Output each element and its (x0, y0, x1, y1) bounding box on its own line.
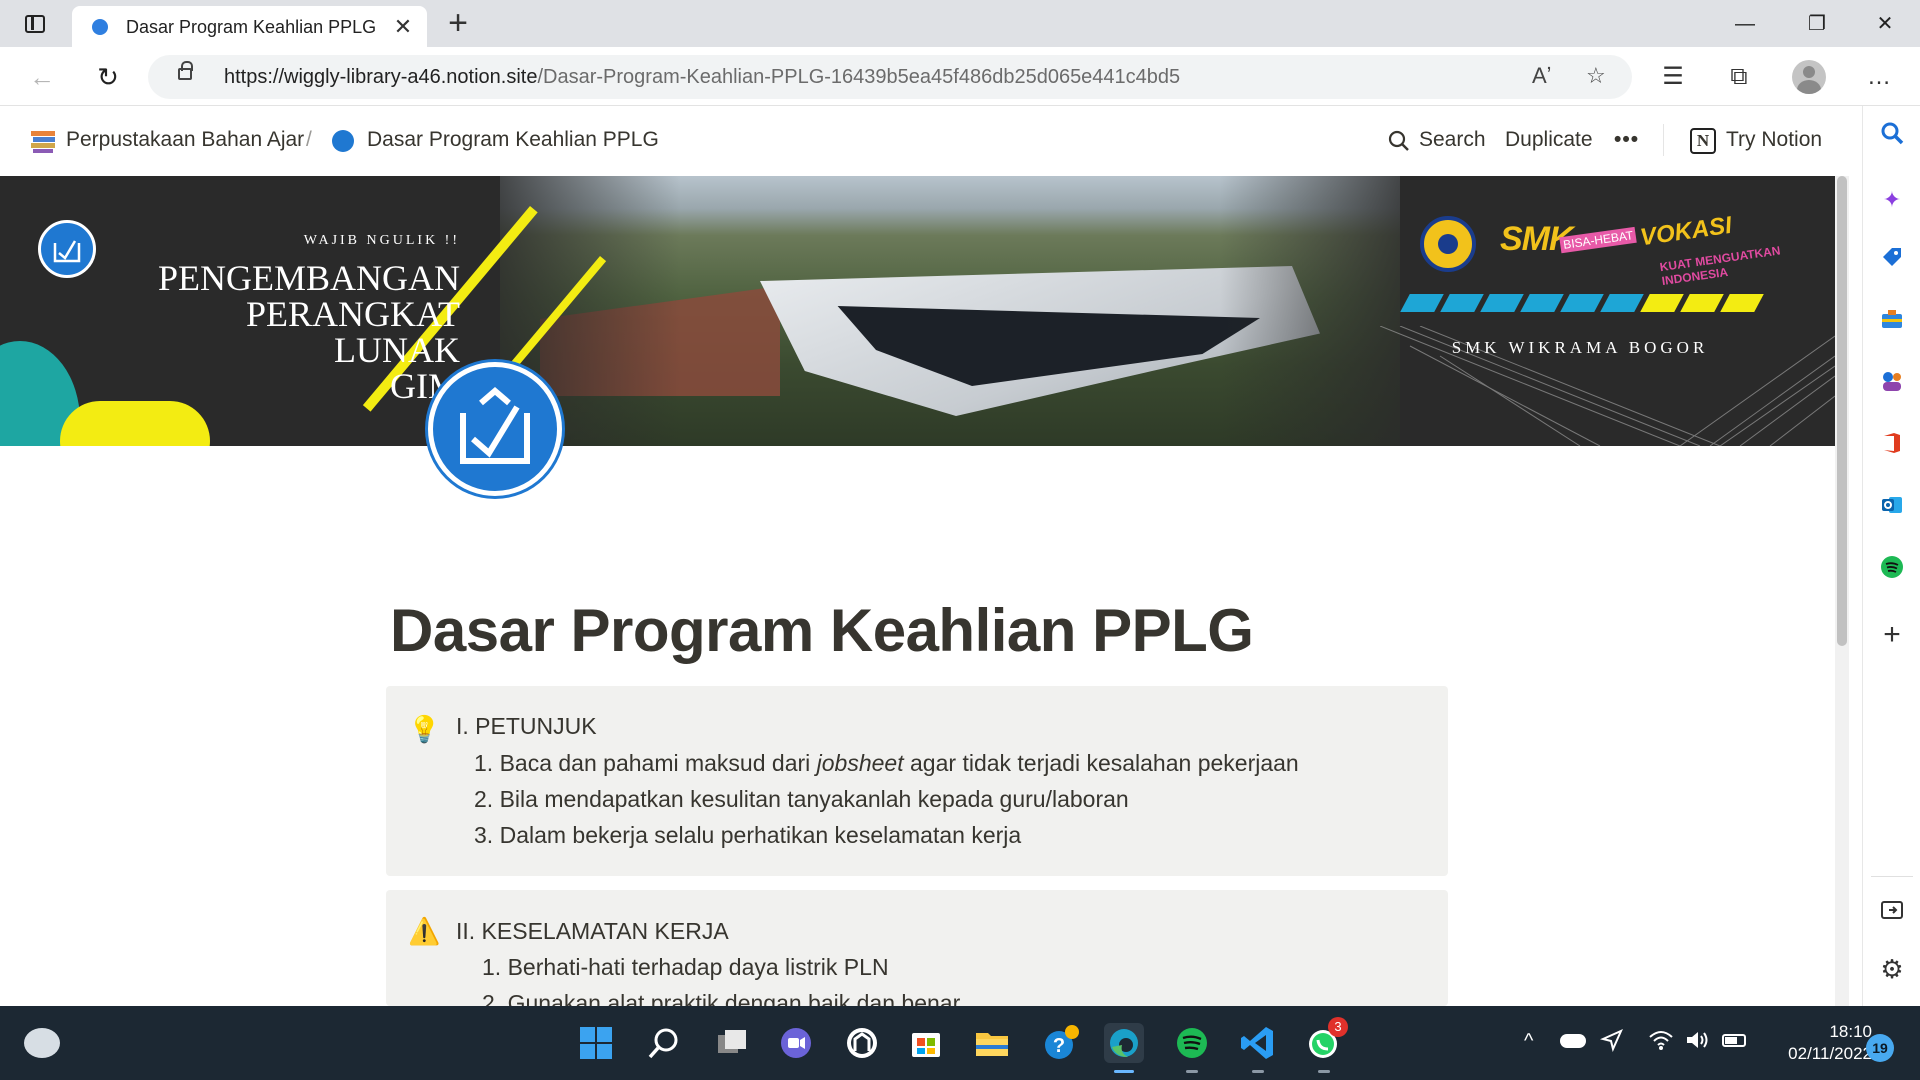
collections-icon[interactable]: ⧉ (1722, 60, 1756, 94)
wifi-icon[interactable] (1648, 1028, 1674, 1057)
weather-icon[interactable] (24, 1028, 60, 1058)
hide-sidebar-icon[interactable] (1875, 896, 1909, 930)
page-cover: WAJIB NGULIK !! PENGEMBANGAN PERANGKAT L… (0, 176, 1835, 446)
callout-keselamatan-kerja: ⚠️ II. KESELAMATAN KERJA 1. Berhati-hati… (386, 890, 1448, 1006)
notion-topbar: Perpustakaan Bahan Ajar / Dasar Program … (0, 106, 1835, 176)
onedrive-icon[interactable] (1560, 1034, 1586, 1048)
edge-sidebar: ✦ + ⚙ (1862, 106, 1920, 1006)
list-item: 2. Bila mendapatkan kesulitan tanyakanla… (474, 786, 1129, 812)
notification-count[interactable]: 19 (1866, 1034, 1894, 1062)
add-favorite-icon[interactable]: ☆ (1586, 63, 1606, 89)
whatsapp-badge: 3 (1328, 1017, 1348, 1037)
search-icon[interactable] (1388, 130, 1410, 152)
back-button[interactable]: ← (24, 59, 60, 95)
profile-avatar[interactable] (1792, 60, 1826, 94)
try-notion-button[interactable]: Try Notion (1726, 128, 1822, 152)
settings-more-icon[interactable]: … (1862, 60, 1896, 94)
sidebar-divider (1871, 876, 1913, 877)
clock-date: 02/11/2022 (1788, 1044, 1872, 1063)
page-title: Dasar Program Keahlian PPLG (390, 597, 1254, 664)
tab-favicon (92, 19, 108, 35)
minimize-button[interactable]: — (1722, 8, 1768, 40)
restore-button[interactable]: ❐ (1794, 8, 1840, 40)
tab-close-icon[interactable]: ✕ (390, 14, 416, 40)
cover-title: PENGEMBANGAN PERANGKAT LUNAK GIM (157, 258, 460, 406)
microsoft-store-icon[interactable] (906, 1023, 946, 1063)
sidebar-sparkle-icon[interactable]: ✦ (1875, 183, 1909, 217)
duplicate-button[interactable]: Duplicate (1505, 128, 1593, 152)
task-view-icon[interactable] (712, 1023, 752, 1063)
list-item: 3. Dalam bekerja selalu perhatikan kesel… (474, 822, 1022, 848)
books-icon (30, 128, 56, 154)
breadcrumb-separator: / (306, 128, 312, 151)
location-icon[interactable] (1599, 1028, 1624, 1057)
tab-actions-icon[interactable] (20, 10, 50, 38)
window-close-button[interactable]: ✕ (1862, 8, 1908, 40)
school-name: SMK WIKRAMA BOGOR (1451, 338, 1709, 357)
sidebar-shopping-icon[interactable] (1875, 245, 1909, 279)
whatsapp-icon[interactable]: 3 (1304, 1017, 1348, 1073)
page-favicon-icon (332, 130, 354, 152)
topbar-divider (1663, 124, 1664, 156)
cover-dash-pattern (1400, 294, 1764, 312)
school-badge-logo (1420, 216, 1476, 272)
battery-icon[interactable] (1722, 1034, 1746, 1047)
lightbulb-icon: 💡 (408, 714, 441, 744)
browser-tab-active[interactable]: Dasar Program Keahlian PPLG ✕ (72, 6, 427, 47)
sidebar-search-icon[interactable] (1875, 121, 1909, 155)
sidebar-settings-icon[interactable]: ⚙ (1875, 952, 1909, 986)
clock-time: 18:10 (1829, 1022, 1872, 1041)
sidebar-add-button[interactable]: + (1875, 618, 1909, 652)
get-help-icon[interactable]: ? (1040, 1023, 1080, 1063)
vokasi-logo: VOKASI (1638, 211, 1734, 252)
callout-heading: I. PETUNJUK (456, 713, 597, 739)
svg-text:?: ? (1053, 1035, 1065, 1057)
sidebar-games-icon[interactable] (1875, 369, 1909, 403)
new-tab-button[interactable]: + (440, 4, 476, 42)
search-button[interactable]: Search (1419, 128, 1486, 152)
teams-chat-icon[interactable] (776, 1023, 816, 1063)
pplg-logo-icon (38, 220, 96, 278)
read-aloud-icon[interactable]: Aʼ (1532, 63, 1552, 89)
favorites-icon[interactable]: ☰ (1656, 60, 1690, 94)
vscode-icon[interactable] (1238, 1023, 1278, 1073)
clock[interactable]: 18:10 02/11/2022 (1762, 1021, 1872, 1065)
more-options-button[interactable]: ••• (1614, 128, 1639, 152)
page-scrollbar-thumb[interactable] (1837, 176, 1847, 646)
cover-kicker: WAJIB NGULIK !! (303, 233, 460, 248)
file-explorer-icon[interactable] (972, 1023, 1012, 1063)
url-text[interactable]: https://wiggly-library-a46.notion.site/D… (224, 66, 1180, 89)
sidebar-spotify-icon[interactable] (1875, 555, 1909, 589)
browser-tab-strip: Dasar Program Keahlian PPLG ✕ + — ❐ ✕ (0, 0, 1920, 47)
sidebar-office-icon[interactable] (1875, 431, 1909, 465)
sidebar-tools-icon[interactable] (1875, 307, 1909, 341)
callout-petunjuk: 💡 I. PETUNJUK 1. Baca dan pahami maksud … (386, 686, 1448, 876)
breadcrumb-parent[interactable]: Perpustakaan Bahan Ajar (66, 128, 304, 152)
notion-logo-icon[interactable]: N (1690, 128, 1716, 154)
page-icon[interactable] (428, 362, 562, 496)
edge-browser-icon[interactable] (1104, 1023, 1144, 1073)
lock-icon[interactable] (178, 61, 193, 80)
sidebar-outlook-icon[interactable] (1875, 493, 1909, 527)
spotify-taskbar-icon[interactable] (1172, 1023, 1212, 1073)
start-button[interactable] (576, 1023, 616, 1063)
windows-taskbar: ? 3 ^ 18:10 02/11/2022 19 (0, 1006, 1920, 1080)
tab-title: Dasar Program Keahlian PPLG (126, 17, 377, 37)
breadcrumb-current[interactable]: Dasar Program Keahlian PPLG (367, 128, 659, 152)
warning-icon: ⚠️ (408, 916, 441, 946)
list-item: 2. Gunakan alat praktik dengan baik dan … (482, 990, 961, 1006)
list-item: 1. Berhati-hati terhadap daya listrik PL… (482, 954, 889, 980)
callout-heading: II. KESELAMATAN KERJA (456, 918, 729, 944)
volume-icon[interactable] (1684, 1028, 1710, 1057)
refresh-button[interactable]: ↻ (90, 59, 126, 95)
github-desktop-icon[interactable] (842, 1023, 882, 1063)
address-bar[interactable]: https://wiggly-library-a46.notion.site/D… (148, 55, 1632, 99)
address-bar-row: ← ↻ https://wiggly-library-a46.notion.si… (0, 47, 1920, 106)
taskbar-search-icon[interactable] (644, 1023, 684, 1063)
cover-yellow-shape (60, 401, 210, 446)
list-item: 1. Baca dan pahami maksud dari jobsheet … (474, 750, 1299, 776)
tray-overflow-icon[interactable]: ^ (1524, 1030, 1533, 1053)
